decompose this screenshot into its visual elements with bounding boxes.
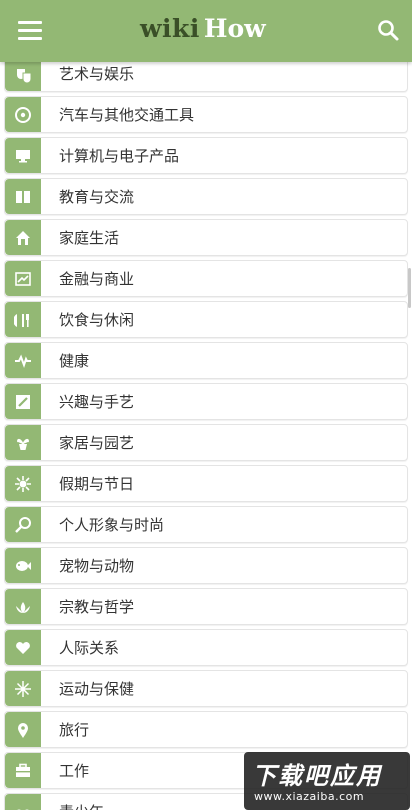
category-label: 宗教与哲学 xyxy=(59,598,135,616)
category-label: 金融与商业 xyxy=(59,270,135,288)
plant-pot-icon xyxy=(5,425,41,460)
glasses-icon xyxy=(5,794,41,810)
watermark-url: www.xiazaiba.com xyxy=(254,790,365,803)
category-list: 艺术与娱乐汽车与其他交通工具 计算机与电子产品 教育与交流家庭生活金融与商业饮食与休… xyxy=(0,54,412,810)
star-burst-icon xyxy=(5,466,41,501)
category-row[interactable]: 饮食与休闲 xyxy=(0,300,412,341)
category-label: 教育与交流 xyxy=(59,188,135,206)
logo-how-text: How xyxy=(203,14,266,43)
search-icon[interactable] xyxy=(376,18,400,42)
category-label: 假期与节日 xyxy=(59,475,135,493)
lotus-icon xyxy=(5,589,41,624)
fish-icon xyxy=(5,548,41,583)
fork-knife-icon xyxy=(5,302,41,337)
category-item[interactable]: 人际关系 xyxy=(4,629,408,666)
scrollbar-thumb[interactable] xyxy=(408,268,411,308)
category-item[interactable]: 饮食与休闲 xyxy=(4,301,408,338)
category-item[interactable]: 运动与保健 xyxy=(4,670,408,707)
pencil-icon xyxy=(5,384,41,419)
category-item[interactable]: 假期与节日 xyxy=(4,465,408,502)
category-row[interactable]: 运动与保健 xyxy=(0,669,412,710)
category-item[interactable]: 健康 xyxy=(4,342,408,379)
category-item[interactable]: 金融与商业 xyxy=(4,260,408,297)
category-label: 青少年 xyxy=(59,801,104,810)
category-label: 旅行 xyxy=(59,721,90,739)
watermark: 下载吧应用 www.xiazaiba.com xyxy=(244,752,410,810)
category-row[interactable]: 宗教与哲学 xyxy=(0,587,412,628)
category-row[interactable]: 个人形象与时尚 xyxy=(0,505,412,546)
steering-wheel-icon xyxy=(5,97,41,132)
heart-icon xyxy=(5,630,41,665)
category-label: 家庭生活 xyxy=(59,229,120,247)
category-label: 饮食与休闲 xyxy=(59,311,135,329)
category-label: 运动与保健 xyxy=(59,680,135,698)
category-row[interactable]: 旅行 xyxy=(0,710,412,751)
book-icon xyxy=(5,179,41,214)
monitor-icon xyxy=(5,138,41,173)
category-label: 人际关系 xyxy=(59,639,120,657)
category-label: 宠物与动物 xyxy=(59,557,135,575)
briefcase-icon xyxy=(5,753,41,788)
category-label: 计算机与电子产品 xyxy=(59,147,180,165)
category-row[interactable]: 家居与园艺 xyxy=(0,423,412,464)
category-label: 工作 xyxy=(59,762,90,780)
category-row[interactable]: 健康 xyxy=(0,341,412,382)
category-row[interactable]: 家庭生活 xyxy=(0,218,412,259)
category-row[interactable]: 汽车与其他交通工具 xyxy=(0,95,412,136)
category-label: 个人形象与时尚 xyxy=(59,516,165,534)
heartbeat-icon xyxy=(5,343,41,378)
category-item[interactable]: 教育与交流 xyxy=(4,178,408,215)
category-item[interactable]: 个人形象与时尚 xyxy=(4,506,408,543)
mirror-icon xyxy=(5,507,41,542)
category-item[interactable]: 汽车与其他交通工具 xyxy=(4,96,408,133)
category-item[interactable]: 家庭生活 xyxy=(4,219,408,256)
category-label: 汽车与其他交通工具 xyxy=(59,106,195,124)
logo-wiki-text: wiki xyxy=(140,14,200,43)
category-label: 艺术与娱乐 xyxy=(59,65,135,83)
hamburger-menu-icon[interactable] xyxy=(18,21,42,40)
home-icon xyxy=(5,220,41,255)
category-row[interactable]: 兴趣与手艺 xyxy=(0,382,412,423)
category-item[interactable]: 宠物与动物 xyxy=(4,547,408,584)
category-label: 兴趣与手艺 xyxy=(59,393,135,411)
category-label: 家居与园艺 xyxy=(59,434,135,452)
category-item[interactable]: 计算机与电子产品 xyxy=(4,137,408,174)
category-row[interactable]: 教育与交流 xyxy=(0,177,412,218)
watermark-title: 下载吧应用 xyxy=(252,762,382,790)
wikihow-logo[interactable]: wiki How xyxy=(140,14,266,50)
category-row[interactable]: 人际关系 xyxy=(0,628,412,669)
category-item[interactable]: 宗教与哲学 xyxy=(4,588,408,625)
category-row[interactable]: 假期与节日 xyxy=(0,464,412,505)
map-pin-icon xyxy=(5,712,41,747)
category-item[interactable]: 家居与园艺 xyxy=(4,424,408,461)
chart-icon xyxy=(5,261,41,296)
category-row[interactable]: 计算机与电子产品 xyxy=(0,136,412,177)
app-header: wiki How xyxy=(0,0,412,62)
category-row[interactable]: 宠物与动物 xyxy=(0,546,412,587)
sport-icon xyxy=(5,671,41,706)
category-row[interactable]: 金融与商业 xyxy=(0,259,412,300)
category-label: 健康 xyxy=(59,352,90,370)
category-item[interactable]: 旅行 xyxy=(4,711,408,748)
category-item[interactable]: 兴趣与手艺 xyxy=(4,383,408,420)
